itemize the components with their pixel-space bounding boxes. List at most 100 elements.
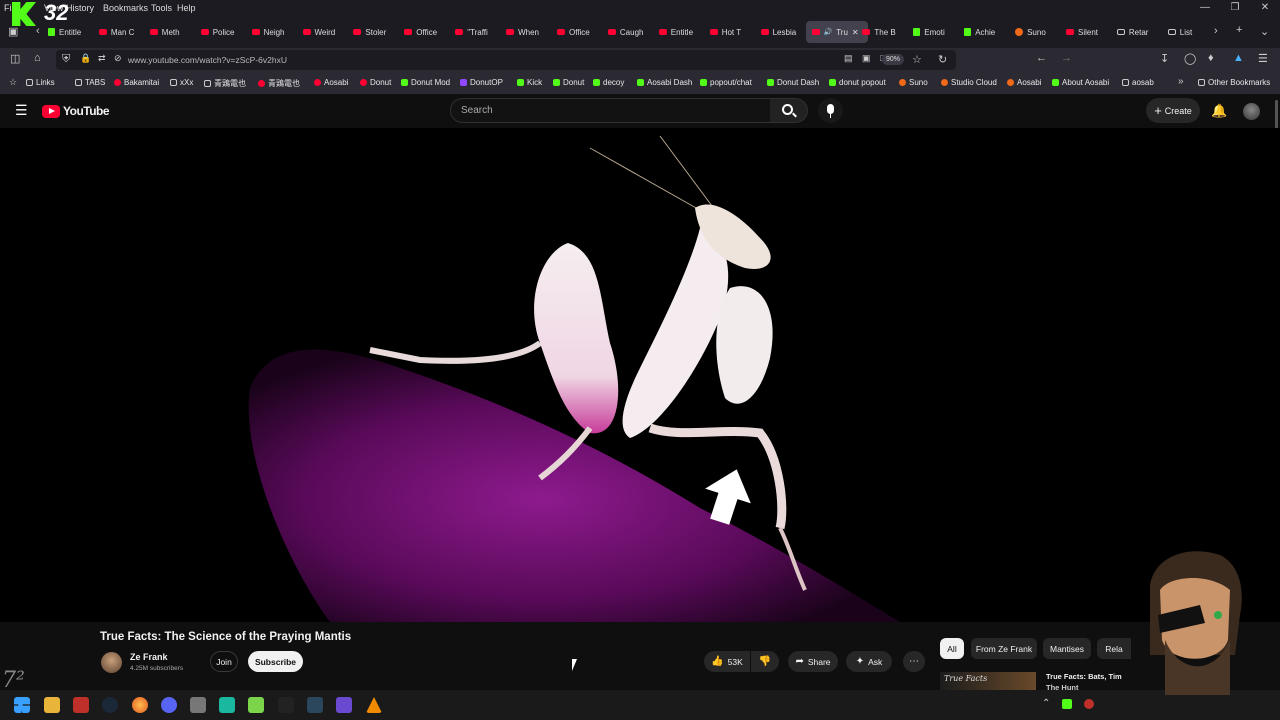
like-button[interactable]: 👍 53K (704, 651, 750, 672)
browser-tab[interactable]: List (1167, 21, 1214, 43)
audio-playing-icon[interactable]: 🔊 (824, 28, 833, 36)
discord-icon[interactable] (161, 697, 177, 713)
channel-avatar[interactable] (101, 652, 122, 673)
gamepad-icon[interactable] (190, 697, 206, 713)
bookmark-item[interactable]: TABS (75, 78, 105, 87)
diamond-icon[interactable] (278, 697, 294, 713)
browser-tab[interactable]: Man C (98, 21, 145, 43)
related-video-title[interactable]: True Facts: Bats, Tim (1046, 672, 1122, 681)
bookmark-item[interactable]: Suno (899, 78, 928, 87)
notepad-icon[interactable] (248, 697, 264, 713)
home-icon[interactable]: ⌂ (34, 52, 41, 64)
youtube-logo[interactable]: YouTube (42, 104, 110, 118)
chip-related[interactable]: Rela (1097, 638, 1131, 659)
reader-mode-icon[interactable]: ▤ (844, 53, 853, 64)
download-icon[interactable]: ↧ (1160, 52, 1169, 65)
bookmark-item[interactable]: popout/chat (700, 78, 752, 87)
bookmark-item[interactable]: Donut Dash (767, 78, 819, 87)
channel-name[interactable]: Ze Frank (130, 652, 168, 662)
account-icon[interactable]: ◯ (1184, 52, 1196, 65)
menu-history[interactable]: History (66, 3, 94, 13)
url-text[interactable]: www.youtube.com/watch?v=zScP-6v2hxU (128, 55, 287, 65)
bookmark-item[interactable]: Aosabi Dash (637, 78, 692, 87)
start-icon[interactable] (14, 697, 30, 713)
stream-app-icon[interactable] (73, 697, 89, 713)
tab-overflow-icon[interactable]: ⌄ (1260, 25, 1269, 38)
file-explorer-icon[interactable] (44, 697, 60, 713)
obs-icon[interactable] (336, 697, 352, 713)
sidebar-icon[interactable]: ◫ (10, 52, 20, 65)
bookmark-item[interactable]: Donut (553, 78, 584, 87)
bookmark-item[interactable]: DonutOP (460, 78, 503, 87)
avatar[interactable] (1243, 103, 1260, 120)
tracking-icon[interactable]: ⊘ (114, 53, 122, 64)
bookmark-item[interactable]: aosab (1122, 78, 1154, 87)
browser-tab[interactable]: Retar (1116, 21, 1163, 43)
tab-scroll-left-icon[interactable]: ‹ (36, 25, 40, 37)
bookmark-item[interactable]: Donut Mod (401, 78, 450, 87)
app-menu-icon[interactable]: ☰ (1258, 52, 1268, 65)
search-button[interactable] (770, 98, 808, 123)
bookmark-item[interactable]: 青鶏電也 (204, 78, 246, 89)
browser-tab[interactable]: Office (557, 21, 603, 43)
join-button[interactable]: Join (210, 651, 238, 672)
chip-all[interactable]: All (940, 638, 964, 659)
menu-bookmarks[interactable]: Bookmarks (103, 3, 148, 13)
browser-tab[interactable]: Hot T (709, 21, 756, 43)
related-video-thumbnail[interactable]: True Facts (940, 672, 1036, 690)
bookmark-star-icon[interactable]: ☆ (912, 53, 922, 66)
tray-chevron-icon[interactable]: ⌃ (1042, 698, 1050, 709)
browser-tab[interactable]: "Traffi (455, 21, 501, 43)
bookmark-item[interactable]: 青鶏電也 (258, 78, 300, 89)
browser-tab[interactable]: 🔊 Tru ✕ (805, 21, 868, 43)
other-bookmarks[interactable]: Other Bookmarks (1198, 78, 1270, 87)
menu-tools[interactable]: Tools (151, 3, 172, 13)
browser-tab[interactable]: Entitle (658, 21, 705, 43)
browser-tab[interactable]: Police (200, 21, 247, 43)
tray-app-icon[interactable] (1062, 699, 1072, 709)
vlc-icon[interactable] (366, 697, 382, 713)
share-button[interactable]: ➦ Share (788, 651, 838, 672)
create-button[interactable]: + Create (1146, 98, 1200, 123)
browser-tab[interactable]: The B (862, 21, 908, 43)
video-player[interactable] (0, 128, 1280, 622)
bookmark-item[interactable]: Bakamitai (114, 78, 159, 87)
browser-tab[interactable]: Neigh (251, 21, 298, 43)
browser-tab[interactable]: Caugh (607, 21, 654, 43)
minimize-icon[interactable]: — (1190, 0, 1220, 16)
steam-icon[interactable] (102, 697, 118, 713)
extensions-icon[interactable]: ♦ (1208, 52, 1214, 64)
subscribe-button[interactable]: Subscribe (248, 651, 303, 672)
restore-icon[interactable]: ❐ (1220, 0, 1250, 16)
chat-app-icon[interactable] (219, 697, 235, 713)
screenshot-icon[interactable]: ▣ (862, 53, 871, 64)
chip-from-ze-frank[interactable]: From Ze Frank (971, 638, 1037, 659)
browser-tab[interactable]: Suno (1015, 21, 1061, 43)
voice-search-button[interactable] (818, 98, 843, 123)
bookmark-item[interactable]: Donut (360, 78, 391, 87)
url-bar[interactable]: ⛨ 🔒 ⇄ ⊘ www.youtube.com/watch?v=zScP-6v2… (56, 50, 956, 70)
browser-tab[interactable]: When (506, 21, 552, 43)
bookmark-item[interactable]: Studio Cloud (941, 78, 997, 87)
dislike-button[interactable]: 👎 (751, 651, 779, 672)
bookmark-item[interactable]: xXx (170, 78, 193, 87)
tab-scroll-right-icon[interactable]: › (1214, 25, 1218, 37)
menu-help[interactable]: Help (177, 3, 196, 13)
back-icon[interactable]: ← (1036, 52, 1047, 64)
new-tab-icon[interactable]: + (1236, 24, 1242, 36)
reload-icon[interactable]: ↻ (938, 53, 947, 66)
tab-list-icon[interactable]: ▣ (8, 25, 18, 38)
bookmark-item[interactable]: Aosabi (1007, 78, 1041, 87)
firefox-icon[interactable] (132, 697, 148, 713)
bookmark-item[interactable]: donut popout (829, 78, 886, 87)
forward-icon[interactable]: → (1061, 52, 1072, 64)
steam-alt-icon[interactable] (307, 697, 323, 713)
close-window-icon[interactable]: ✕ (1250, 0, 1280, 16)
bookmark-item[interactable]: decoy (593, 78, 624, 87)
browser-tab[interactable]: Emoti (913, 21, 959, 43)
search-input[interactable]: Search (450, 98, 771, 123)
bookmark-item[interactable]: Aosabi (314, 78, 348, 87)
extension-pin-icon[interactable]: ▲ (1233, 52, 1244, 64)
browser-tab[interactable]: Weird (302, 21, 349, 43)
close-tab-icon[interactable]: ✕ (852, 28, 859, 37)
